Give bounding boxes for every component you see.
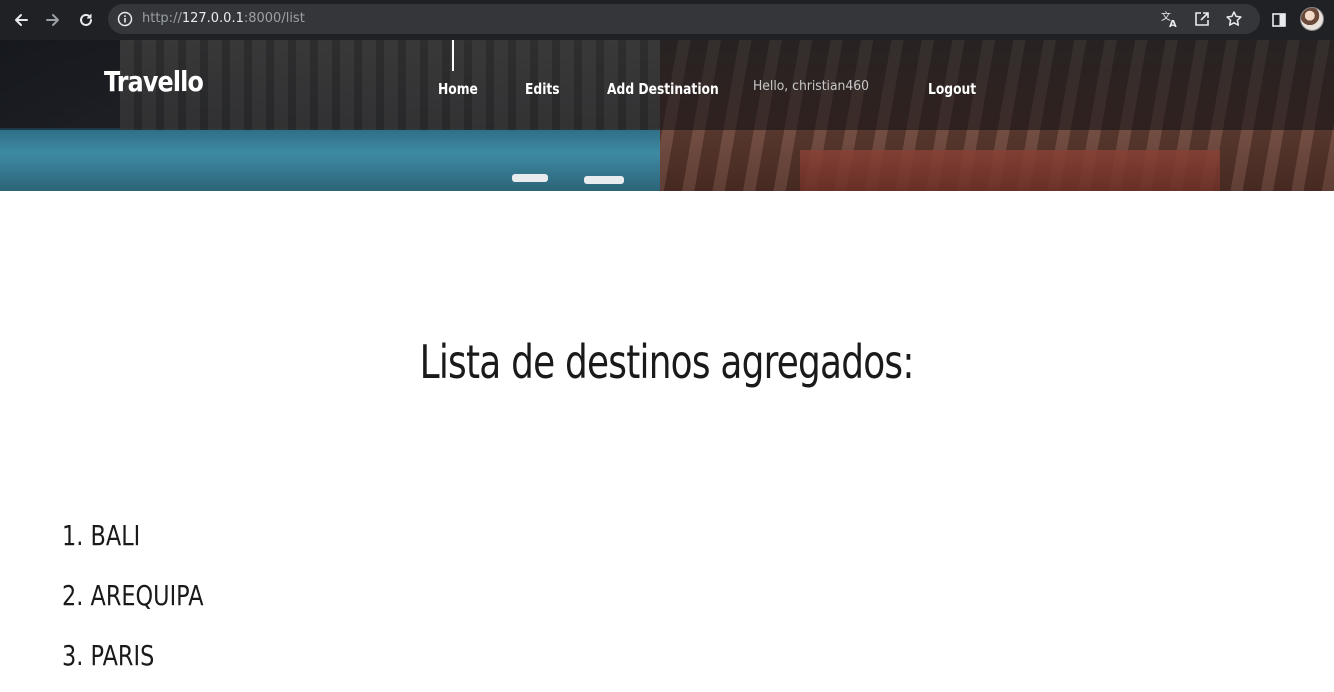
nav-logout[interactable]: Logout [928, 78, 976, 100]
nav-edits[interactable]: Edits [525, 78, 560, 100]
nav-add-destination[interactable]: Add Destination [607, 78, 719, 100]
list-item-name: AREQUIPA [90, 579, 204, 612]
browser-toolbar: http://127.0.0.1:8000/list 文 A [0, 0, 1334, 40]
nav-home[interactable]: Home [438, 78, 478, 100]
back-button[interactable] [7, 6, 35, 34]
arrow-left-icon [15, 14, 28, 26]
forward-button[interactable] [39, 6, 67, 34]
url-path: :8000/list [243, 11, 305, 26]
star-icon[interactable] [1224, 9, 1244, 29]
translate-icon[interactable]: 文 A [1160, 9, 1180, 29]
brand-logo[interactable]: Travello [104, 62, 204, 102]
side-panel-icon[interactable] [1267, 8, 1291, 32]
share-icon[interactable] [1192, 9, 1212, 29]
page-title: Lista de destinos agregados: [0, 330, 1334, 394]
list-item-number: 1. [62, 519, 84, 552]
list-item-number: 3. [62, 639, 84, 672]
list-item-number: 2. [62, 579, 84, 612]
site-header: Travello Home Edits Add Destination Hell… [0, 40, 1334, 191]
svg-text:A: A [1169, 19, 1177, 29]
page-title-text: Lista de destinos agregados: [420, 335, 915, 389]
boat [584, 176, 624, 184]
list-item-name: BALI [90, 519, 141, 552]
info-icon[interactable] [115, 9, 135, 29]
hero-water [0, 128, 760, 191]
address-bar[interactable]: http://127.0.0.1:8000/list 文 A [108, 4, 1260, 34]
list-item: 2. AREQUIPA [62, 572, 239, 632]
url-host: 127.0.0.1 [181, 11, 244, 26]
reload-icon [80, 13, 92, 26]
url-text[interactable]: http://127.0.0.1:8000/list [142, 10, 305, 28]
destination-list: 1. BALI 2. AREQUIPA 3. PARIS [62, 512, 239, 692]
profile-avatar[interactable] [1300, 7, 1324, 31]
list-item-name: PARIS [90, 639, 155, 672]
boat [512, 174, 548, 182]
list-item: 3. PARIS [62, 632, 239, 692]
user-greeting: Hello, christian460 [753, 79, 869, 94]
list-item: 1. BALI [62, 512, 239, 572]
reload-button[interactable] [72, 6, 100, 34]
url-scheme: http:// [142, 11, 182, 26]
nav-active-indicator [452, 40, 454, 71]
arrow-right-icon [46, 14, 59, 26]
